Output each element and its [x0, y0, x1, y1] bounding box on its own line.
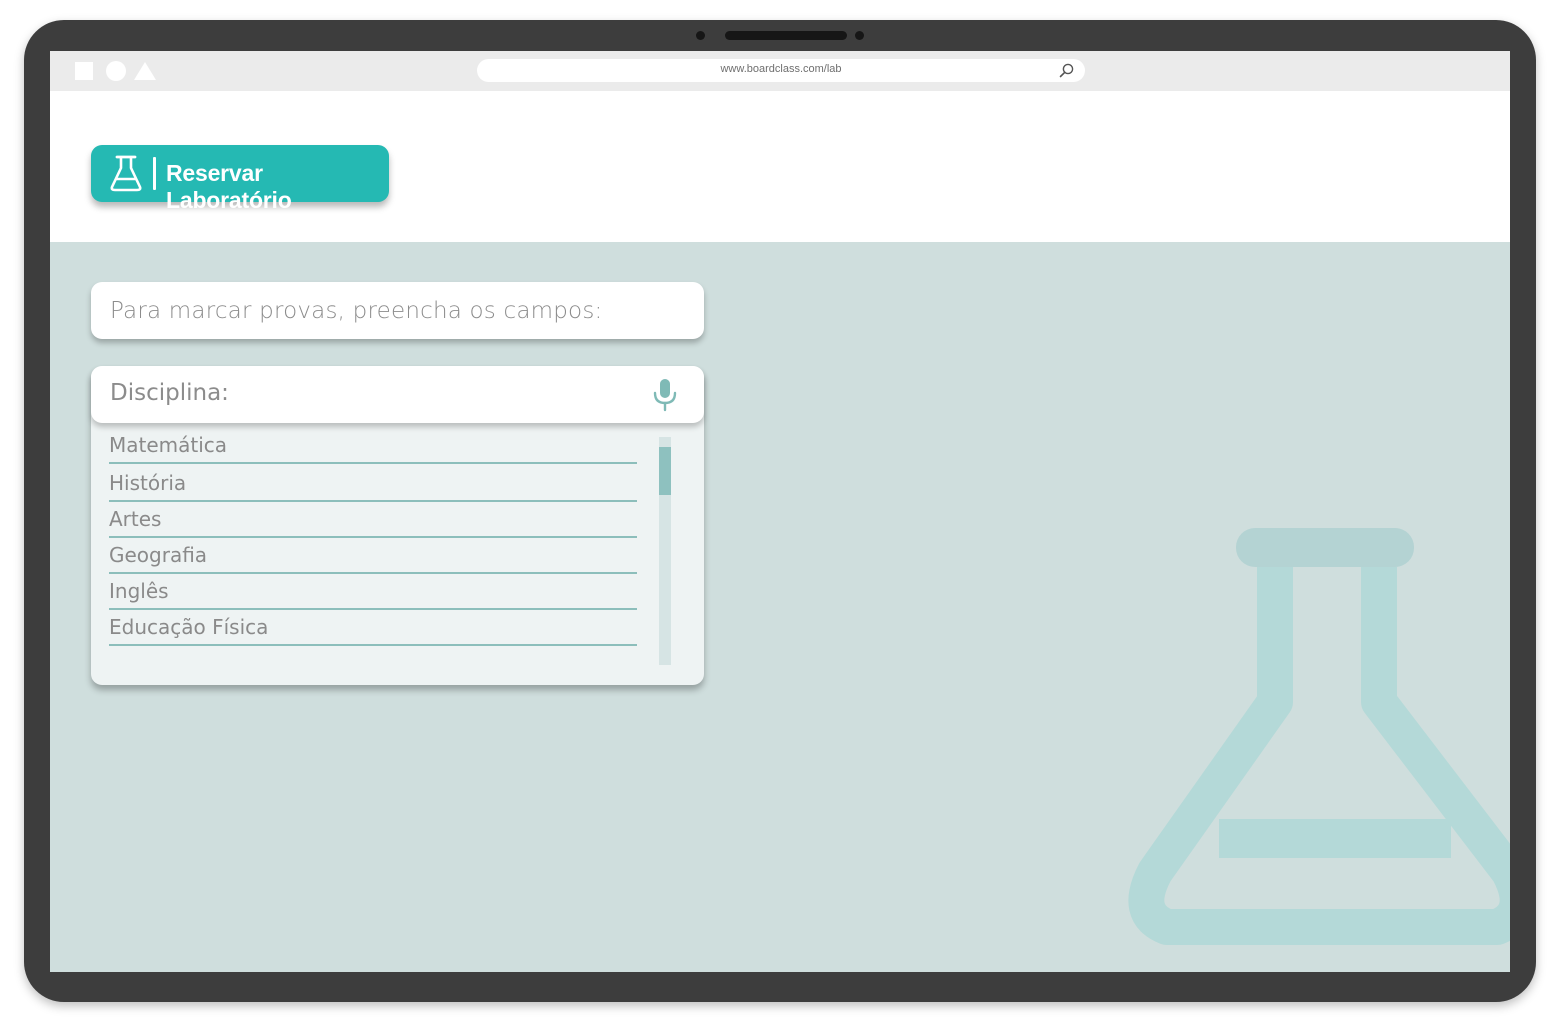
discipline-options: Matemática História Artes Geografia Ingl… — [109, 428, 637, 646]
discipline-input[interactable]: Disciplina: — [91, 366, 704, 423]
option-label: Matemática — [109, 433, 228, 457]
camera-dot-left — [696, 31, 705, 40]
discipline-label: Disciplina: — [110, 380, 229, 406]
reserve-lab-button[interactable]: Reservar Laboratório — [91, 145, 389, 213]
discipline-option[interactable]: Geografia — [109, 538, 637, 574]
option-label: Artes — [109, 507, 162, 531]
button-separator — [153, 157, 156, 190]
discipline-option[interactable]: Inglês — [109, 574, 637, 610]
page-header: Reservar Laboratório — [50, 91, 1510, 242]
reserve-lab-label: Reservar Laboratório — [166, 160, 292, 213]
background-flask-icon — [1128, 528, 1510, 945]
url-text: www.boardclass.com/lab — [720, 63, 842, 75]
option-label: Geografia — [109, 543, 208, 567]
search-icon[interactable] — [1058, 62, 1075, 79]
options-scrollbar[interactable] — [659, 437, 671, 665]
window-circle-control[interactable] — [106, 61, 126, 81]
instruction-card: Para marcar provas, preencha os campos: — [91, 282, 704, 339]
window-triangle-control[interactable] — [134, 62, 156, 80]
speaker-bar — [725, 31, 847, 40]
discipline-option[interactable]: Educação Física — [109, 610, 637, 646]
discipline-option[interactable]: História — [109, 464, 637, 502]
scrollbar-thumb[interactable] — [659, 447, 671, 495]
discipline-option[interactable]: Matemática — [109, 428, 637, 464]
option-label: Educação Física — [109, 615, 269, 639]
option-label: História — [109, 471, 187, 495]
browser-bar: www.boardclass.com/lab — [50, 51, 1510, 91]
address-bar[interactable]: www.boardclass.com/lab — [477, 59, 1085, 82]
main-content: Para marcar provas, preencha os campos: … — [50, 242, 1510, 972]
option-label: Inglês — [109, 579, 169, 603]
camera-dot-right — [855, 31, 864, 40]
flask-icon — [110, 155, 142, 192]
microphone-icon[interactable] — [650, 378, 680, 412]
instruction-text: Para marcar provas, preencha os campos: — [110, 298, 603, 324]
screen: www.boardclass.com/lab Reservar Laborató… — [50, 51, 1510, 972]
discipline-option[interactable]: Artes — [109, 502, 637, 538]
window-square-control[interactable] — [75, 62, 93, 80]
